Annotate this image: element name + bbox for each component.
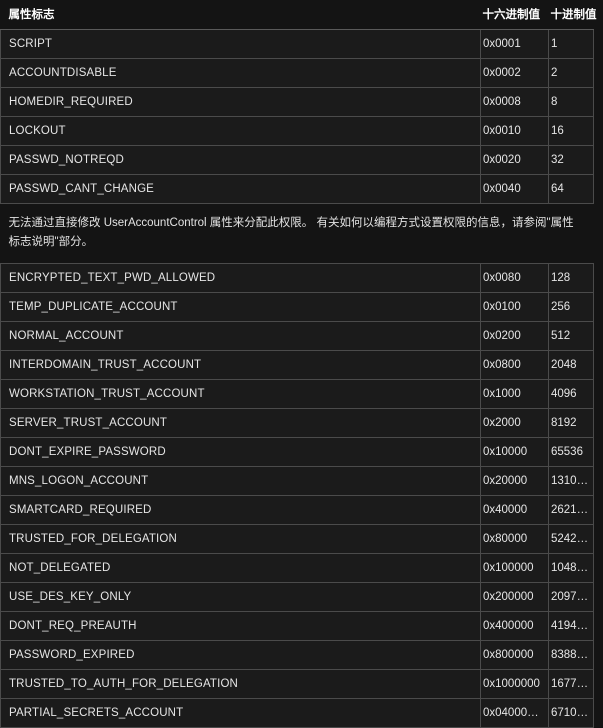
- flag-dec-value: 2048: [548, 350, 594, 380]
- note-cell: 无法通过直接修改 UserAccountControl 属性来分配此权限。 有关…: [0, 203, 594, 264]
- note-text: 无法通过直接修改 UserAccountControl 属性来分配此权限。 有关…: [8, 217, 574, 248]
- flag-hex-value: 0x2000: [480, 408, 549, 438]
- flag-dec-value: 32: [548, 145, 594, 175]
- table-row: LOCKOUT 0x0010 16: [0, 116, 594, 146]
- flag-name: TEMP_DUPLICATE_ACCOUNT: [0, 292, 481, 322]
- table-row: PASSWD_NOTREQD 0x0020 32: [0, 145, 594, 175]
- flag-hex-value: 0x04000000: [480, 698, 549, 728]
- flag-hex-value: 0x0001: [480, 29, 549, 59]
- table-row: PARTIAL_SECRETS_ACCOUNT 0x04000000 67108…: [0, 698, 594, 728]
- flag-name: PASSWD_NOTREQD: [0, 145, 481, 175]
- flag-name: SERVER_TRUST_ACCOUNT: [0, 408, 481, 438]
- column-header-dec: 十进制值: [548, 0, 597, 30]
- table-row: SCRIPT 0x0001 1: [0, 29, 594, 59]
- flag-dec-value: 262144: [548, 495, 594, 525]
- flag-dec-value: 524288: [548, 524, 594, 554]
- table-row: TRUSTED_TO_AUTH_FOR_DELEGATION 0x1000000…: [0, 669, 594, 699]
- flag-dec-value: 1048576: [548, 553, 594, 583]
- flag-name: TRUSTED_FOR_DELEGATION: [0, 524, 481, 554]
- flag-name: ACCOUNTDISABLE: [0, 58, 481, 88]
- table-row: DONT_EXPIRE_PASSWORD 0x10000 65536: [0, 437, 594, 467]
- flag-name: MNS_LOGON_ACCOUNT: [0, 466, 481, 496]
- flag-name: USE_DES_KEY_ONLY: [0, 582, 481, 612]
- flag-dec-value: 67108864: [548, 698, 594, 728]
- document-page: 属性标志 十六进制值 十进制值 SCRIPT 0x0001 1 ACCOUNTD…: [0, 0, 603, 728]
- table-header-row: 属性标志 十六进制值 十进制值: [0, 0, 597, 30]
- flag-hex-value: 0x0080: [480, 263, 549, 293]
- flag-hex-value: 0x1000: [480, 379, 549, 409]
- table-row: PASSWD_CANT_CHANGE 0x0040 64: [0, 174, 594, 204]
- flag-dec-value: 65536: [548, 437, 594, 467]
- table-row: PASSWORD_EXPIRED 0x800000 8388608: [0, 640, 594, 670]
- flag-dec-value: 16: [548, 116, 594, 146]
- flag-hex-value: 0x0200: [480, 321, 549, 351]
- table-row: NORMAL_ACCOUNT 0x0200 512: [0, 321, 594, 351]
- flag-hex-value: 0x0040: [480, 174, 549, 204]
- flag-hex-value: 0x0020: [480, 145, 549, 175]
- flag-hex-value: 0x80000: [480, 524, 549, 554]
- flag-hex-value: 0x10000: [480, 437, 549, 467]
- flag-dec-value: 8: [548, 87, 594, 117]
- flag-dec-value: 2097152: [548, 582, 594, 612]
- flag-hex-value: 0x0800: [480, 350, 549, 380]
- flag-name: PASSWD_CANT_CHANGE: [0, 174, 481, 204]
- table-row: SMARTCARD_REQUIRED 0x40000 262144: [0, 495, 594, 525]
- flag-name: NOT_DELEGATED: [0, 553, 481, 583]
- flag-dec-value: 8388608: [548, 640, 594, 670]
- flag-dec-value: 4096: [548, 379, 594, 409]
- flag-hex-value: 0x20000: [480, 466, 549, 496]
- table-row: USE_DES_KEY_ONLY 0x200000 2097152: [0, 582, 594, 612]
- flag-name: INTERDOMAIN_TRUST_ACCOUNT: [0, 350, 481, 380]
- flag-dec-value: 512: [548, 321, 594, 351]
- table-row: HOMEDIR_REQUIRED 0x0008 8: [0, 87, 594, 117]
- flag-name: SCRIPT: [0, 29, 481, 59]
- table-row: DONT_REQ_PREAUTH 0x400000 4194304: [0, 611, 594, 641]
- flag-dec-value: 128: [548, 263, 594, 293]
- flag-dec-value: 64: [548, 174, 594, 204]
- flag-name: HOMEDIR_REQUIRED: [0, 87, 481, 117]
- flag-hex-value: 0x400000: [480, 611, 549, 641]
- table-row: ACCOUNTDISABLE 0x0002 2: [0, 58, 594, 88]
- table-row: NOT_DELEGATED 0x100000 1048576: [0, 553, 594, 583]
- flag-name: TRUSTED_TO_AUTH_FOR_DELEGATION: [0, 669, 481, 699]
- flag-dec-value: 1: [548, 29, 594, 59]
- flag-dec-value: 256: [548, 292, 594, 322]
- flag-dec-value: 8192: [548, 408, 594, 438]
- flag-name: NORMAL_ACCOUNT: [0, 321, 481, 351]
- table-row: TEMP_DUPLICATE_ACCOUNT 0x0100 256: [0, 292, 594, 322]
- table-row: INTERDOMAIN_TRUST_ACCOUNT 0x0800 2048: [0, 350, 594, 380]
- flag-hex-value: 0x0008: [480, 87, 549, 117]
- table-row: WORKSTATION_TRUST_ACCOUNT 0x1000 4096: [0, 379, 594, 409]
- table-row: SERVER_TRUST_ACCOUNT 0x2000 8192: [0, 408, 594, 438]
- flag-name: WORKSTATION_TRUST_ACCOUNT: [0, 379, 481, 409]
- table-note-row: 无法通过直接修改 UserAccountControl 属性来分配此权限。 有关…: [0, 203, 594, 264]
- flag-name: ENCRYPTED_TEXT_PWD_ALLOWED: [0, 263, 481, 293]
- flag-dec-value: 131072: [548, 466, 594, 496]
- column-header-flag: 属性标志: [0, 0, 481, 30]
- flag-name: SMARTCARD_REQUIRED: [0, 495, 481, 525]
- flag-hex-value: 0x200000: [480, 582, 549, 612]
- flag-name: DONT_REQ_PREAUTH: [0, 611, 481, 641]
- flag-hex-value: 0x1000000: [480, 669, 549, 699]
- flag-name: PARTIAL_SECRETS_ACCOUNT: [0, 698, 481, 728]
- flag-name: PASSWORD_EXPIRED: [0, 640, 481, 670]
- flag-hex-value: 0x0002: [480, 58, 549, 88]
- user-account-control-flags-table: 属性标志 十六进制值 十进制值 SCRIPT 0x0001 1 ACCOUNTD…: [0, 0, 597, 728]
- table-row: MNS_LOGON_ACCOUNT 0x20000 131072: [0, 466, 594, 496]
- table-body: SCRIPT 0x0001 1 ACCOUNTDISABLE 0x0002 2 …: [0, 29, 594, 728]
- flag-name: DONT_EXPIRE_PASSWORD: [0, 437, 481, 467]
- table-row: ENCRYPTED_TEXT_PWD_ALLOWED 0x0080 128: [0, 263, 594, 293]
- flag-hex-value: 0x0100: [480, 292, 549, 322]
- flag-hex-value: 0x100000: [480, 553, 549, 583]
- flag-hex-value: 0x0010: [480, 116, 549, 146]
- flag-name: LOCKOUT: [0, 116, 481, 146]
- column-header-hex: 十六进制值: [480, 0, 549, 30]
- flag-dec-value: 2: [548, 58, 594, 88]
- table-header: 属性标志 十六进制值 十进制值: [0, 0, 597, 30]
- flag-dec-value: 16777216: [548, 669, 594, 699]
- flag-dec-value: 4194304: [548, 611, 594, 641]
- table-row: TRUSTED_FOR_DELEGATION 0x80000 524288: [0, 524, 594, 554]
- flag-hex-value: 0x40000: [480, 495, 549, 525]
- flag-hex-value: 0x800000: [480, 640, 549, 670]
